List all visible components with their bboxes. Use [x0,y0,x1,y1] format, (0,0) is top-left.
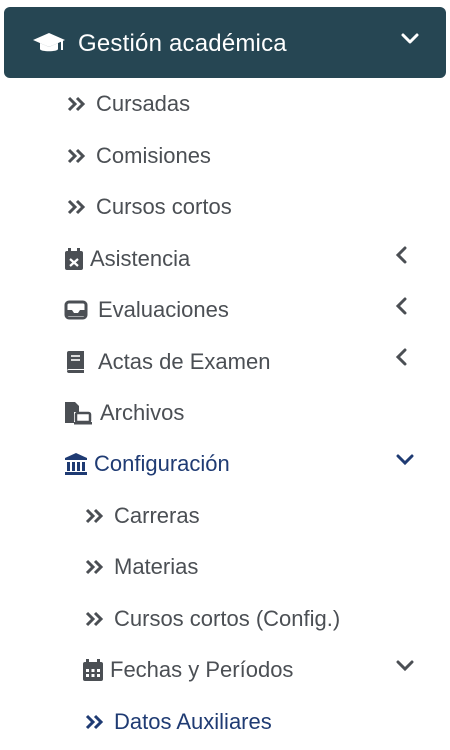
menu-item-label: Cursos cortos [96,194,232,219]
menu-item-label: Cursadas [96,91,191,116]
chevron-left-icon[interactable] [394,348,410,366]
chevron-left-icon[interactable] [394,246,410,264]
menu-item-label: Comisiones [96,143,211,168]
menu-item-configuracion[interactable]: Configuración [64,451,230,477]
menu-item-label: Archivos [100,400,185,425]
menu-item-fechas-y-periodos[interactable]: Fechas y Períodos [82,657,293,683]
menu-item-datos-auxiliares[interactable]: Datos Auxiliares [84,709,272,735]
chevron-down-icon[interactable] [400,29,420,49]
double-chevron-right-icon [66,147,88,165]
menu-item-carreras[interactable]: Carreras [84,503,200,529]
menu-item-label: Asistencia [90,246,191,271]
menu-item-label: Configuración [94,451,230,476]
menu-item-asistencia[interactable]: Asistencia [64,246,190,272]
book-icon [64,350,86,374]
menu-item-label: Carreras [114,503,200,528]
calendar-x-icon [64,247,84,271]
menu-item-cursadas[interactable]: Cursadas [66,91,190,117]
menu-item-label: Materias [114,554,199,579]
menu-item-label: Actas de Examen [98,349,271,374]
menu-section-gestion-academica[interactable]: Gestión académica [4,7,446,78]
double-chevron-right-icon [84,558,106,576]
double-chevron-right-icon [66,198,88,216]
double-chevron-right-icon [84,610,106,628]
menu-item-label: Evaluaciones [98,297,229,322]
menu-item-label: Cursos cortos (Config.) [114,606,341,631]
menu-item-cursos-cortos-config[interactable]: Cursos cortos (Config.) [84,606,340,632]
chevron-down-icon[interactable] [396,659,414,677]
chevron-down-icon[interactable] [396,453,414,471]
calendar-icon [82,658,104,682]
menu-item-actas-de-examen[interactable]: Actas de Examen [64,349,270,375]
double-chevron-right-icon [66,95,88,113]
section-title: Gestión académica [78,30,287,57]
file-laptop-icon [64,401,94,425]
chevron-left-icon[interactable] [394,297,410,315]
menu-item-cursos-cortos[interactable]: Cursos cortos [66,194,232,220]
menu-item-archivos[interactable]: Archivos [64,400,184,426]
menu-item-label: Fechas y Períodos [110,657,294,682]
inbox-icon [64,300,88,320]
menu-item-label: Datos Auxiliares [114,709,272,734]
graduation-cap-icon [32,31,66,55]
institution-icon [64,452,88,476]
menu-item-evaluaciones[interactable]: Evaluaciones [64,297,229,323]
double-chevron-right-icon [84,507,106,525]
menu-item-materias[interactable]: Materias [84,554,198,580]
double-chevron-right-icon [84,713,106,731]
menu-item-comisiones[interactable]: Comisiones [66,143,211,169]
